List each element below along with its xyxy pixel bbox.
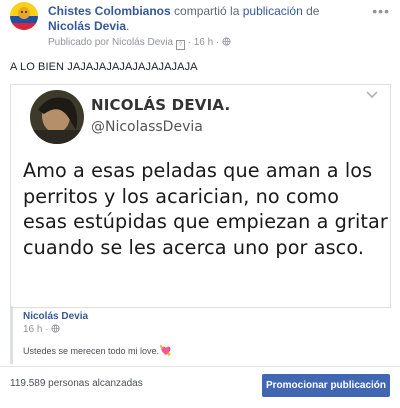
embedded-tweet-image[interactable]: NICOLÁS DEVIA. @NicolassDevia Amo a esas… bbox=[10, 84, 391, 308]
post-time[interactable]: 16 h bbox=[194, 37, 213, 48]
shared-verb: compartió la bbox=[170, 4, 243, 18]
quote-meta: 16 h · bbox=[23, 324, 60, 335]
quote-time[interactable]: 16 h bbox=[23, 324, 42, 335]
quote-text: Ustedes se merecen todo mi love. bbox=[23, 346, 160, 356]
chevron-down-icon[interactable] bbox=[366, 91, 378, 99]
reach-count[interactable]: 119.589 personas alcanzadas bbox=[10, 378, 143, 389]
quote-text-line: Ustedes se merecen todo mi love.💘 bbox=[23, 346, 172, 357]
page-logo-icon bbox=[10, 2, 38, 30]
heart-emoji-icon: 💘 bbox=[159, 346, 172, 357]
page-name-link[interactable]: Chistes Colombianos bbox=[48, 4, 171, 18]
profile-photo-icon bbox=[30, 90, 84, 144]
promote-post-button[interactable]: Promocionar publicación bbox=[262, 374, 390, 397]
publication-link[interactable]: publicación bbox=[243, 4, 303, 18]
tweet-author-handle: @NicolassDevia bbox=[91, 119, 203, 135]
globe-icon bbox=[51, 324, 60, 333]
tweet-author-name: NICOLÁS DEVIA. bbox=[91, 96, 231, 114]
post-meta: Publicado por Nicolás Devia ? · 16 h · bbox=[48, 37, 231, 50]
quote-author-link[interactable]: Nicolás Devia bbox=[23, 311, 88, 322]
page-avatar[interactable] bbox=[10, 2, 38, 30]
post-text: A LO BIEN JAJAJAJAJAJAJAJAJAJA bbox=[10, 61, 198, 73]
meta-separator-2: · bbox=[213, 37, 223, 48]
tweet-text: Amo a esas peladas que aman a los perrit… bbox=[23, 159, 388, 259]
quote-separator: · bbox=[42, 324, 52, 335]
published-by-label: Publicado por bbox=[48, 37, 112, 48]
preposition: de bbox=[302, 4, 320, 18]
more-dots-icon[interactable]: ••• bbox=[372, 3, 390, 19]
author-link[interactable]: Nicolás Devia bbox=[48, 19, 126, 33]
end-dot: . bbox=[126, 19, 130, 33]
post-header: Chistes Colombianos compartió la publica… bbox=[48, 4, 348, 34]
footer-divider bbox=[0, 366, 400, 367]
shared-post: Chistes Colombianos compartió la publica… bbox=[0, 0, 400, 408]
info-icon[interactable]: ? bbox=[175, 40, 185, 50]
original-post-quote: Nicolás Devia 16 h · Ustedes se merecen … bbox=[10, 306, 394, 364]
globe-icon bbox=[222, 37, 231, 46]
published-by-name[interactable]: Nicolás Devia bbox=[112, 37, 173, 48]
tweet-avatar bbox=[30, 90, 84, 144]
